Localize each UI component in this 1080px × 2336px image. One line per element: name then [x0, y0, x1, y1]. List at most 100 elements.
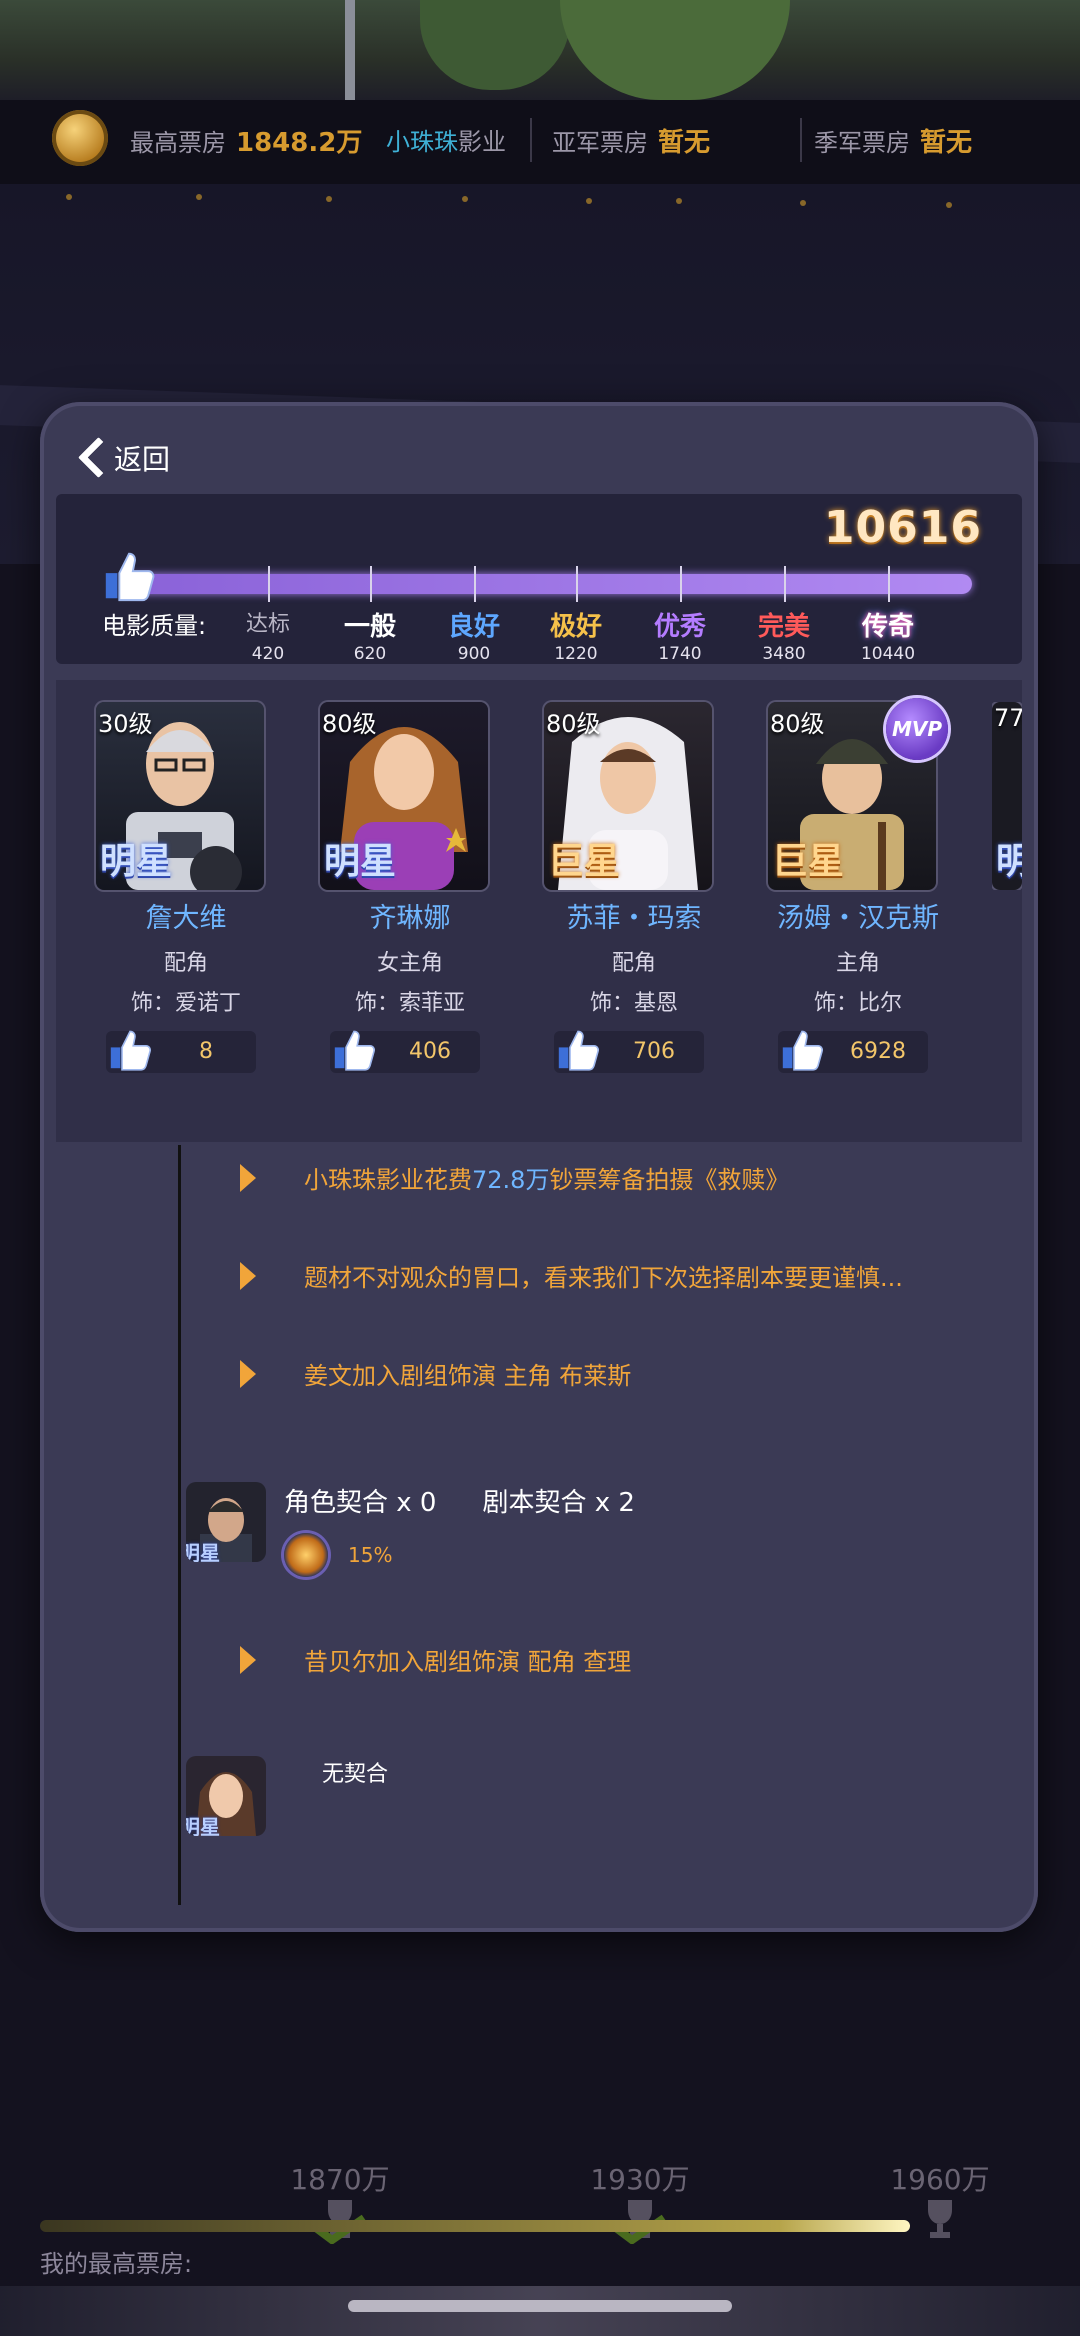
- actor-level: 30级: [98, 710, 153, 738]
- explosion-icon: [284, 1533, 328, 1577]
- actor-rank-badge: 明星: [100, 841, 173, 882]
- event-item: 昔贝尔加入剧组饰演 配角 查理: [240, 1642, 631, 1677]
- event-item: 小珠珠影业花费72.8万钞票筹备拍摄《救赎》: [240, 1160, 789, 1195]
- milestone-value: 1930万: [590, 2163, 690, 2196]
- studio-name: 小珠珠影业: [386, 122, 506, 157]
- script-synergy: 剧本契合 x 2: [482, 1488, 635, 1518]
- synergy-row: 明星 无契合: [186, 1756, 388, 1836]
- quality-tier-tick: [680, 566, 682, 602]
- cast-card[interactable]: 30级 明星 詹大维 配角 饰：爱诺丁 8: [96, 702, 320, 1073]
- quality-tier-tick: [474, 566, 476, 602]
- like-count-value: 406: [409, 1039, 451, 1064]
- cast-card-partial[interactable]: 77 明: [992, 702, 1022, 890]
- best-box-office-label: 最高票房: [130, 129, 226, 157]
- third-box-office-label: 季军票房: [814, 129, 910, 157]
- actor-role: 配角: [163, 951, 208, 976]
- quality-tier-name: 达标: [245, 612, 290, 637]
- box-office-progress-bar: [40, 2220, 910, 2232]
- synergy-bonus: 15%: [284, 1533, 635, 1577]
- back-label: 返回: [114, 443, 171, 476]
- actor-portrait: 80级 巨星: [544, 702, 712, 890]
- quality-tier-tick: [268, 566, 270, 602]
- timeline-line: [178, 1145, 181, 1905]
- second-box-office-label: 亚军票房: [552, 129, 648, 157]
- event-text-part: 钞票筹备拍摄《救赎》: [549, 1166, 790, 1194]
- like-count[interactable]: 706: [554, 1030, 704, 1073]
- synergy-info: 角色契合 x 0 剧本契合 x 2 15%: [284, 1482, 635, 1577]
- actor-level: 80级: [770, 710, 825, 738]
- synergy-counts: 角色契合 x 0 剧本契合 x 2: [284, 1482, 635, 1519]
- thumbs-up-icon: [334, 1030, 375, 1071]
- actor-name: 汤姆・汉克斯: [777, 903, 939, 934]
- like-count-value: 706: [633, 1039, 675, 1064]
- quality-tier-tick: [784, 566, 786, 602]
- thumbs-up-icon: [105, 552, 155, 602]
- second-box-office: 亚军票房 暂无: [552, 122, 710, 159]
- tree-foliage: [420, 0, 570, 90]
- cast-card[interactable]: 80级 巨星 苏菲・玛索 配角 饰：基恩 706: [544, 702, 768, 1073]
- actor-portrait: 30级 明星: [96, 702, 264, 890]
- actor-role: 主角: [835, 951, 880, 976]
- like-count[interactable]: 6928: [778, 1030, 928, 1073]
- actor-character: 饰：索菲亚: [354, 991, 465, 1016]
- top-scene-background: [0, 0, 1080, 100]
- quality-tier-threshold: 620: [353, 644, 387, 664]
- quality-tier-name: 传奇: [861, 612, 914, 642]
- like-count[interactable]: 8: [106, 1030, 256, 1073]
- actor-rank-tag: 明星: [186, 1541, 220, 1562]
- event-amount: 72.8万: [472, 1166, 550, 1194]
- home-indicator[interactable]: [348, 2300, 732, 2312]
- actor-character: 饰：爱诺丁: [130, 991, 241, 1016]
- quality-tier-tick: [888, 566, 890, 602]
- quality-tier-threshold: 10440: [860, 644, 916, 664]
- quality-tier-name: 一般: [343, 612, 396, 642]
- actor-rank-tag: 明星: [186, 1815, 220, 1836]
- thumbs-up-icon: [782, 1030, 823, 1071]
- thumbs-up-icon: [558, 1030, 599, 1071]
- light-dot: [462, 196, 468, 202]
- quality-tier-threshold: 1220: [554, 644, 598, 664]
- divider: [800, 118, 802, 162]
- actor-level: 80级: [322, 710, 377, 738]
- second-box-office-value: 暂无: [658, 128, 711, 158]
- actor-character: 饰：比尔: [813, 991, 902, 1016]
- synergy-row: 明星 角色契合 x 0 剧本契合 x 2 15%: [186, 1482, 635, 1577]
- cast-list: 30级 明星 詹大维 配角 饰：爱诺丁 8 80级 明星 齐琳娜 女主角 饰：索…: [56, 680, 1022, 1142]
- box-office-stats-bar: 最高票房 1848.2万 小珠珠影业 亚军票房 暂无 季军票房 暂无: [0, 100, 1080, 184]
- cast-card[interactable]: 80级 明星 齐琳娜 女主角 饰：索菲亚 406: [320, 702, 544, 1073]
- gold-medal-icon: [52, 110, 108, 166]
- back-button[interactable]: 返回: [78, 438, 170, 478]
- third-box-office-value: 暂无: [920, 128, 973, 158]
- quality-tier-tick: [576, 566, 578, 602]
- event-item: 题材不对观众的胃口，看来我们下次选择剧本要更谨慎...: [240, 1258, 903, 1293]
- light-dot: [66, 194, 72, 200]
- synergy-none-text: 无契合: [322, 1762, 389, 1787]
- best-box-office-value: 1848.2万: [236, 128, 363, 158]
- like-count[interactable]: 406: [330, 1030, 480, 1073]
- event-text: 昔贝尔加入剧组饰演 配角 查理: [304, 1648, 632, 1676]
- actor-portrait: 80级 明星: [320, 702, 488, 890]
- cast-card[interactable]: 80级 巨星 MVP 汤姆・汉克斯 主角 饰：比尔 6928: [768, 698, 992, 1073]
- light-dot: [196, 194, 202, 200]
- actor-name: 詹大维: [145, 903, 227, 934]
- milestone-value: 1870万: [290, 2163, 390, 2196]
- quality-tier-threshold: 900: [457, 644, 491, 664]
- synergy-percent: 15%: [348, 1543, 393, 1567]
- actor-portrait: 77 明: [992, 702, 1022, 890]
- actor-role: 女主角: [376, 951, 443, 976]
- quality-tier-threshold: 1740: [658, 644, 702, 664]
- actor-role: 配角: [611, 951, 656, 976]
- quality-label: 电影质量:: [102, 612, 207, 640]
- light-dot: [586, 198, 592, 204]
- tree-foliage: [560, 0, 790, 100]
- third-box-office: 季军票房 暂无: [814, 122, 972, 159]
- event-text: 姜文加入剧组饰演 主角 布莱斯: [304, 1362, 632, 1390]
- movie-result-panel: 返回 10616 电影质量: 达标 420 一般 620 良好 900 极好 1220 优秀 17…: [40, 402, 1038, 1932]
- lamp-pole: [345, 0, 355, 100]
- studio-name-part2: 影业: [458, 128, 506, 156]
- quality-score: 10616: [823, 502, 982, 553]
- event-text-part: 小珠珠影业花费: [304, 1166, 472, 1194]
- actor-name: 苏菲・玛索: [566, 903, 702, 934]
- quality-tier-threshold: 3480: [762, 644, 806, 664]
- play-marker-icon: [240, 1645, 256, 1674]
